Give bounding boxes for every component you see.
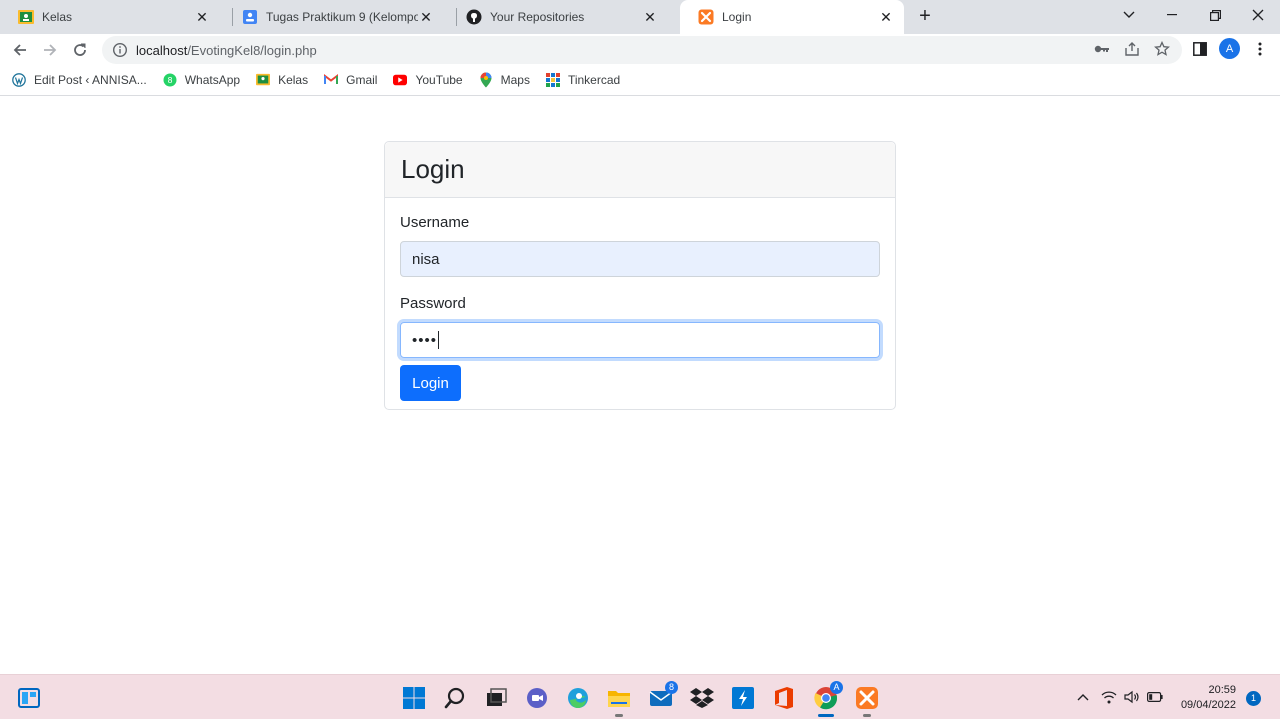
close-icon[interactable]: ✕ — [642, 9, 658, 25]
tab-title: Tugas Praktikum 9 (Kelompok) — [266, 10, 418, 24]
gmail-icon — [324, 73, 339, 87]
bookmark-gmail[interactable]: Gmail — [324, 73, 377, 87]
close-icon[interactable]: ✕ — [194, 9, 210, 25]
wifi-icon[interactable] — [1101, 689, 1117, 705]
new-tab-button[interactable]: + — [914, 5, 936, 27]
browser-toolbar: localhost/EvotingKel8/login.php A — [0, 34, 1280, 64]
notification-badge[interactable]: 1 — [1246, 691, 1261, 706]
bookmark-label: WhatsApp — [184, 72, 241, 87]
running-indicator — [863, 714, 871, 717]
search-icon[interactable] — [442, 685, 468, 711]
profile-avatar[interactable]: A — [1219, 38, 1240, 59]
wordpress-icon — [12, 72, 26, 87]
tab-kelas[interactable]: Kelas ✕ — [0, 0, 220, 34]
login-card-header: Login — [385, 142, 895, 198]
login-title: Login — [401, 154, 465, 184]
password-key-icon[interactable] — [1093, 40, 1111, 58]
github-icon — [466, 9, 482, 25]
back-icon[interactable] — [8, 38, 32, 62]
bookmark-label: Gmail — [346, 72, 378, 87]
maps-icon — [479, 72, 493, 87]
username-label: Username — [400, 214, 470, 231]
text-cursor — [438, 331, 440, 349]
share-icon[interactable] — [1123, 40, 1141, 58]
tab-your-repositories[interactable]: Your Repositories ✕ — [448, 0, 668, 34]
dropbox-icon[interactable] — [689, 685, 715, 711]
tab-strip: Kelas ✕ Tugas Praktikum 9 (Kelompok) ✕ Y… — [0, 0, 1280, 34]
mail-icon[interactable]: 8 — [648, 681, 678, 711]
tinkercad-icon — [545, 72, 560, 87]
minimize-icon[interactable] — [1150, 0, 1194, 30]
system-clock[interactable]: 20:59 09/04/2022 — [1170, 683, 1236, 713]
bookmark-tinkercad[interactable]: Tinkercad — [545, 72, 621, 87]
address-bar[interactable]: localhost/EvotingKel8/login.php — [102, 36, 1182, 64]
password-input[interactable]: •••• — [400, 322, 880, 358]
youtube-icon — [393, 73, 408, 87]
password-value: •••• — [412, 331, 438, 349]
username-value: nisa — [412, 250, 440, 268]
windows-taskbar: 8 A 20:59 09/04/2022 1 — [0, 674, 1280, 719]
bookmark-maps[interactable]: Maps — [479, 72, 530, 87]
bookmark-edit-post[interactable]: Edit Post ‹ ANNISA... — [12, 73, 147, 87]
classroom-icon — [256, 73, 271, 87]
bookmarks-bar: Edit Post ‹ ANNISA... 8 WhatsApp Kelas G… — [0, 64, 1280, 96]
start-icon[interactable] — [401, 685, 427, 711]
task-view-icon[interactable] — [483, 685, 509, 711]
login-form: Username nisa Password •••• Login — [385, 198, 895, 417]
bookmark-label: Maps — [500, 72, 530, 87]
svg-text:8: 8 — [167, 76, 172, 85]
tab-title: Kelas — [42, 10, 73, 24]
whatsapp-icon: 8 — [163, 73, 177, 87]
restore-icon[interactable] — [1193, 0, 1237, 30]
bookmark-kelas[interactable]: Kelas — [256, 73, 308, 87]
tab-tugas-praktikum[interactable]: Tugas Praktikum 9 (Kelompok) ✕ — [224, 0, 444, 34]
url-host: localhost — [136, 42, 188, 58]
bookmark-youtube[interactable]: YouTube — [393, 72, 463, 87]
classroom-icon — [18, 9, 34, 25]
reload-icon[interactable] — [68, 38, 92, 62]
close-icon[interactable]: ✕ — [418, 9, 434, 25]
chrome-profile-badge: A — [830, 681, 843, 694]
menu-dots-icon[interactable] — [1250, 39, 1270, 59]
close-icon[interactable]: ✕ — [878, 9, 894, 25]
bookmark-label: YouTube — [415, 72, 463, 87]
login-card: Login Username nisa Password •••• Login — [384, 141, 896, 410]
mail-badge: 8 — [665, 681, 678, 694]
running-indicator — [818, 714, 834, 717]
site-info-icon[interactable] — [112, 42, 128, 58]
bookmark-label: Edit Post ‹ ANNISA... — [34, 72, 147, 87]
chrome-icon[interactable]: A — [813, 681, 843, 717]
bookmark-label: Tinkercad — [567, 72, 621, 87]
powershell-icon[interactable] — [730, 685, 756, 711]
bookmark-star-icon[interactable] — [1153, 40, 1171, 58]
office-icon[interactable] — [771, 685, 797, 711]
bookmark-label: Kelas — [278, 72, 309, 87]
url-path: /EvotingKel8/login.php — [187, 42, 317, 58]
xampp-icon[interactable] — [854, 685, 880, 717]
classroom-assignment-icon — [242, 9, 258, 25]
running-indicator — [615, 714, 623, 717]
close-window-icon[interactable] — [1236, 0, 1280, 30]
volume-icon[interactable] — [1124, 689, 1140, 705]
side-panel-icon[interactable] — [1190, 39, 1210, 59]
password-label: Password — [400, 295, 466, 312]
edge-icon[interactable] — [565, 685, 591, 711]
username-input[interactable]: nisa — [400, 241, 880, 277]
bookmark-whatsapp[interactable]: 8 WhatsApp — [163, 73, 240, 87]
forward-icon[interactable] — [38, 38, 62, 62]
widgets-icon[interactable] — [16, 685, 42, 711]
clock-date: 09/04/2022 — [1180, 699, 1236, 711]
tab-title: Your Repositories — [490, 10, 585, 24]
login-button[interactable]: Login — [400, 365, 461, 401]
clock-time: 20:59 — [1208, 684, 1236, 696]
tab-search-icon[interactable] — [1107, 0, 1151, 30]
tab-login[interactable]: Login ✕ — [680, 0, 904, 34]
tab-title: Login — [722, 10, 752, 24]
xampp-icon — [698, 9, 714, 25]
battery-icon[interactable] — [1147, 689, 1163, 705]
teams-chat-icon[interactable] — [524, 685, 550, 711]
file-explorer-icon[interactable] — [606, 685, 632, 717]
chevron-up-icon[interactable] — [1075, 689, 1091, 705]
